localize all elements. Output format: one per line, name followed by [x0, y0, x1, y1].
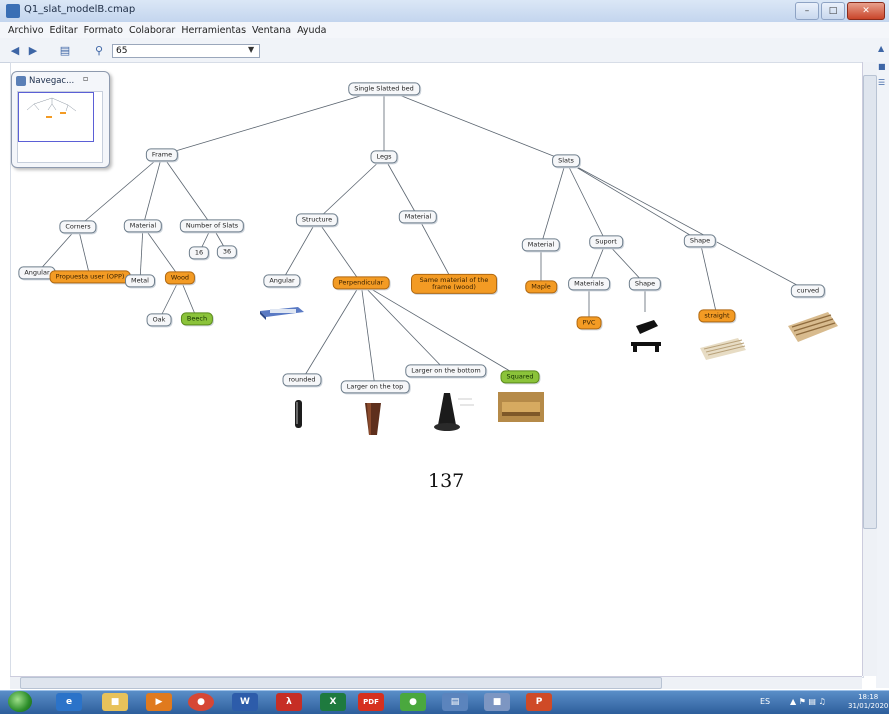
curved-slats-image: [788, 312, 838, 342]
node-larger-bottom[interactable]: Larger on the bottom: [405, 364, 487, 378]
start-button[interactable]: [8, 691, 32, 712]
rounded-leg-image: [295, 400, 302, 428]
menu-archivo[interactable]: Archivo: [8, 25, 44, 36]
node-structure[interactable]: Structure: [295, 213, 339, 227]
folder-icon[interactable]: ■: [102, 693, 128, 711]
node-corners[interactable]: Corners: [59, 220, 97, 234]
chevron-down-icon[interactable]: ▼: [248, 45, 258, 57]
node-legs[interactable]: Legs: [370, 150, 398, 164]
bottom-wide-leg-image: [434, 393, 474, 431]
menu-herramientas[interactable]: Herramientas: [181, 25, 246, 36]
node-perpendicular[interactable]: Perpendicular: [332, 276, 390, 290]
navigator-icon: [16, 76, 26, 86]
pdf-icon[interactable]: PDF: [358, 693, 384, 711]
navigator-thumbnail: [26, 97, 77, 118]
cmap-app-icon: [6, 4, 20, 18]
language-indicator[interactable]: ES: [760, 697, 770, 706]
word-icon[interactable]: W: [232, 693, 258, 711]
clock-date: 31/01/2020: [848, 702, 889, 710]
node-straight[interactable]: straight: [698, 309, 736, 323]
tray-clock[interactable]: 18:18 31/01/2020: [848, 693, 888, 711]
squared-leg-image: [498, 392, 544, 422]
node-number-of-slats[interactable]: Number of Slats: [179, 219, 245, 233]
node-metal[interactable]: Metal: [125, 274, 155, 288]
ie-icon[interactable]: e: [56, 693, 82, 711]
app-green-icon[interactable]: ●: [400, 693, 426, 711]
side-tool-icon[interactable]: ▲: [878, 44, 884, 53]
straight-slats-image: [700, 338, 746, 360]
menu-formato[interactable]: Formato: [84, 25, 123, 36]
node-maple[interactable]: Maple: [525, 280, 557, 294]
vertical-scroll-thumb[interactable]: [863, 75, 877, 529]
menu-editar[interactable]: Editar: [50, 25, 78, 36]
node-curved[interactable]: curved: [790, 284, 826, 298]
node-root[interactable]: Single Slatted bed: [348, 82, 420, 96]
menu-colaborar[interactable]: Colaborar: [129, 25, 175, 36]
node-36[interactable]: 36: [216, 245, 238, 259]
layout-menu-icon[interactable]: ▤: [58, 43, 72, 57]
bed-frame-image: [260, 307, 304, 320]
node-oak[interactable]: Oak: [146, 313, 172, 327]
node-support-shape[interactable]: Shape: [628, 277, 662, 291]
menu-ayuda[interactable]: Ayuda: [297, 25, 326, 36]
node-legs-material[interactable]: Material: [398, 210, 438, 224]
horizontal-scroll-thumb[interactable]: [20, 677, 662, 689]
node-pvc[interactable]: PVC: [576, 316, 602, 330]
node-frame-material[interactable]: Material: [123, 219, 163, 233]
node-regular[interactable]: Angular: [263, 274, 301, 288]
close-button[interactable]: ✕: [847, 2, 885, 20]
side-tool-icon-3[interactable]: ☰: [878, 78, 885, 87]
node-16[interactable]: 16: [188, 246, 210, 260]
menu-bar: Archivo Editar Formato Colaborar Herrami…: [0, 22, 889, 38]
side-tool-icon-2[interactable]: ■: [878, 62, 886, 71]
node-frame[interactable]: Frame: [145, 148, 179, 162]
node-materials[interactable]: Materials: [568, 277, 610, 291]
navigator-close-icon[interactable]: ▫: [83, 74, 88, 83]
node-slats[interactable]: Slats: [552, 154, 580, 168]
right-panel-strip: [876, 38, 889, 688]
node-rounded[interactable]: rounded: [282, 373, 322, 387]
node-wood[interactable]: Wood: [164, 271, 196, 285]
zoom-input[interactable]: 65: [112, 44, 260, 58]
node-proposals[interactable]: Propuesta user (OPP): [49, 270, 131, 284]
node-shape[interactable]: Shape: [683, 234, 717, 248]
back-arrow-icon[interactable]: ◀: [8, 43, 22, 57]
minimize-button[interactable]: –: [795, 2, 819, 20]
tapered-leg-image: [365, 403, 381, 435]
forward-arrow-icon[interactable]: ▶: [26, 43, 40, 57]
cmap-taskbar-icon[interactable]: ■: [484, 693, 510, 711]
chrome-icon[interactable]: ●: [188, 693, 214, 711]
powerpoint-icon[interactable]: P: [526, 693, 552, 711]
node-beech[interactable]: Beech: [180, 312, 214, 326]
node-squared[interactable]: Squared: [500, 370, 540, 384]
node-same-material[interactable]: Same material of the frame (wood): [411, 273, 497, 295]
window-title: Q1_slat_modelB.cmap: [24, 4, 136, 15]
window-controls: – □ ✕: [795, 2, 885, 20]
node-support[interactable]: Suport: [589, 235, 623, 249]
node-slats-material[interactable]: Material: [521, 238, 561, 252]
node-larger-top[interactable]: Larger on the top: [340, 380, 410, 394]
media-player-icon[interactable]: ▶: [146, 693, 172, 711]
zoom-icon[interactable]: ⚲: [92, 43, 106, 57]
window-icon[interactable]: ▤: [442, 693, 468, 711]
excel-icon[interactable]: X: [320, 693, 346, 711]
navigator-title: Navegac...: [29, 76, 75, 86]
page-number: 137: [428, 470, 465, 492]
menu-ventana[interactable]: Ventana: [252, 25, 291, 36]
maximize-button[interactable]: □: [821, 2, 845, 20]
tray-icons[interactable]: ▲ ⚑ ▤ ♫: [790, 697, 826, 706]
acrobat-icon[interactable]: λ: [276, 693, 302, 711]
slat-support-image: [631, 320, 661, 352]
clock-time: 18:18: [858, 693, 879, 701]
